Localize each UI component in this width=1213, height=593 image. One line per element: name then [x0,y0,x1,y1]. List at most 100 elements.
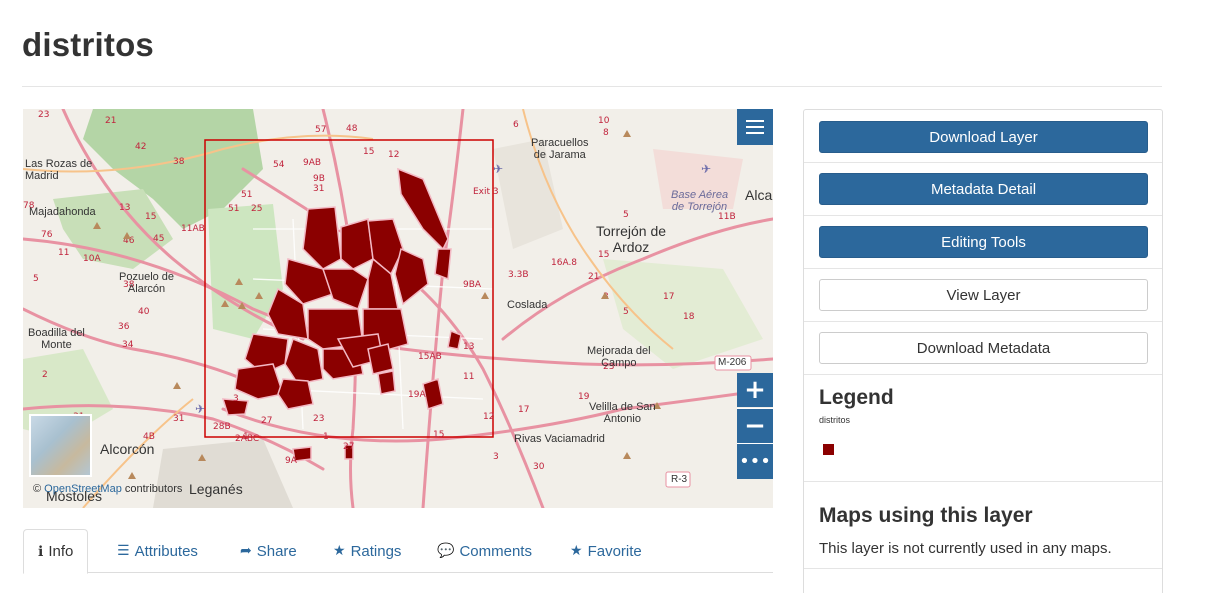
svg-text:42: 42 [135,142,146,152]
svg-text:23: 23 [38,110,49,120]
svg-text:5: 5 [623,210,629,220]
download-layer-button[interactable]: Download Layer [819,121,1148,153]
svg-text:17: 17 [518,405,529,415]
svg-text:51: 51 [228,204,239,214]
tab-share[interactable]: ➦ Share [240,529,297,573]
svg-text:31: 31 [173,414,184,424]
panel-row: Download Layer [804,110,1162,163]
tab-ratings[interactable]: ★ Ratings [333,529,401,573]
attribution-prefix: © [33,483,45,495]
legend-swatch [823,444,834,455]
svg-text:13: 13 [119,203,130,213]
svg-text:76: 76 [41,230,53,240]
svg-text:11AB: 11AB [181,224,205,234]
svg-text:21: 21 [105,116,116,126]
tab-attributes[interactable]: ☰ Attributes [117,529,198,573]
place-label: Alca [745,187,773,203]
svg-text:5: 5 [623,307,629,317]
svg-text:13: 13 [463,342,474,352]
legend-layer-name: distritos [819,415,851,425]
zoom-in-button[interactable]: + [737,373,773,407]
comment-icon: 💬 [437,543,455,559]
svg-text:5: 5 [33,274,39,284]
osm-link[interactable]: OpenStreetMap [44,483,122,495]
svg-text:11: 11 [463,372,474,382]
editing-tools-button[interactable]: Editing Tools [819,226,1148,258]
download-metadata-button[interactable]: Download Metadata [819,332,1148,364]
place-label: Las Rozas de Madrid [25,158,93,182]
svg-text:6: 6 [513,120,519,130]
panel-row: Editing Tools [804,216,1162,269]
svg-text:40: 40 [138,307,150,317]
tab-label: Attributes [134,542,198,560]
svg-text:12: 12 [483,412,494,422]
svg-text:11: 11 [58,248,69,258]
layers-button[interactable] [737,109,773,145]
info-circle-icon: ℹ [38,543,44,560]
svg-text:15: 15 [363,147,374,157]
svg-text:15: 15 [433,430,444,440]
more-options-button[interactable]: ••• [737,444,773,479]
svg-text:1: 1 [243,432,249,442]
svg-text:10: 10 [598,116,610,126]
panel-row: View Layer [804,269,1162,322]
svg-text:17: 17 [663,292,674,302]
svg-text:3: 3 [233,394,239,404]
svg-text:✈: ✈ [493,162,503,176]
map-viewer[interactable]: 23 21 42 38 57 48 15 12 9AB 9B 31 54 51 51 25 11AB 1… [23,109,773,508]
svg-text:8: 8 [603,128,609,138]
svg-text:19: 19 [578,392,590,402]
svg-text:15AB: 15AB [418,352,442,362]
svg-text:30: 30 [533,462,545,472]
svg-text:51: 51 [241,190,252,200]
svg-text:19A: 19A [408,390,426,400]
place-label: Pozuelo de Alarcón [119,271,175,295]
svg-text:Exit 3: Exit 3 [473,187,499,197]
place-label: Majadahonda [29,206,96,218]
road-shield-label: M-206 [718,357,747,368]
place-label: Mejorada del Campo [587,345,651,369]
svg-text:1: 1 [323,432,329,442]
svg-text:10A: 10A [83,254,101,264]
panel-row: Download Metadata [804,322,1162,375]
overview-map-toggle[interactable] [29,414,92,477]
road-shield-label: R-3 [671,474,688,485]
tab-info[interactable]: ℹ Info [23,529,89,574]
share-icon: ➦ [240,543,252,559]
svg-text:54: 54 [273,160,285,170]
place-label: Base Aérea de Torrejón [671,189,729,213]
page-title: distritos [22,26,154,63]
view-layer-button[interactable]: View Layer [819,279,1148,311]
svg-text:✈: ✈ [195,402,205,416]
metadata-detail-button[interactable]: Metadata Detail [819,173,1148,205]
tab-label: Share [256,542,297,560]
place-label: Torrejón de Ardoz [596,223,667,255]
place-label: Alcorcón [100,441,155,457]
panel-row: Metadata Detail [804,163,1162,216]
svg-text:21: 21 [588,272,599,282]
layer-tabs: ℹ Info ☰ Attributes ➦ Share ★ Ratings 💬 … [23,529,773,574]
svg-text:11B: 11B [718,212,736,222]
svg-text:25: 25 [251,204,262,214]
svg-text:2: 2 [42,370,48,380]
maps-using-layer-title: Maps using this layer [819,504,1033,527]
place-label: Leganés [189,481,243,497]
svg-text:31: 31 [313,184,324,194]
tab-label: Ratings [350,542,402,560]
svg-text:3: 3 [493,452,499,462]
svg-text:23: 23 [313,414,324,424]
svg-text:38: 38 [173,157,185,167]
maps-using-layer-text: This layer is not currently used in any … [819,540,1112,557]
zoom-out-button[interactable]: − [737,409,773,443]
svg-text:28B: 28B [213,422,231,432]
tab-favorite[interactable]: ★ Favorite [570,529,642,573]
svg-text:27: 27 [343,442,354,452]
tab-comments[interactable]: 💬 Comments [437,529,532,573]
place-label: Paracuellos de Jarama [531,137,589,161]
svg-text:9AB: 9AB [303,158,321,168]
svg-text:48: 48 [346,124,358,134]
legend-title: Legend [819,386,894,409]
svg-text:15: 15 [145,212,156,222]
tab-label: Info [48,543,74,560]
svg-text:9A: 9A [285,456,298,466]
